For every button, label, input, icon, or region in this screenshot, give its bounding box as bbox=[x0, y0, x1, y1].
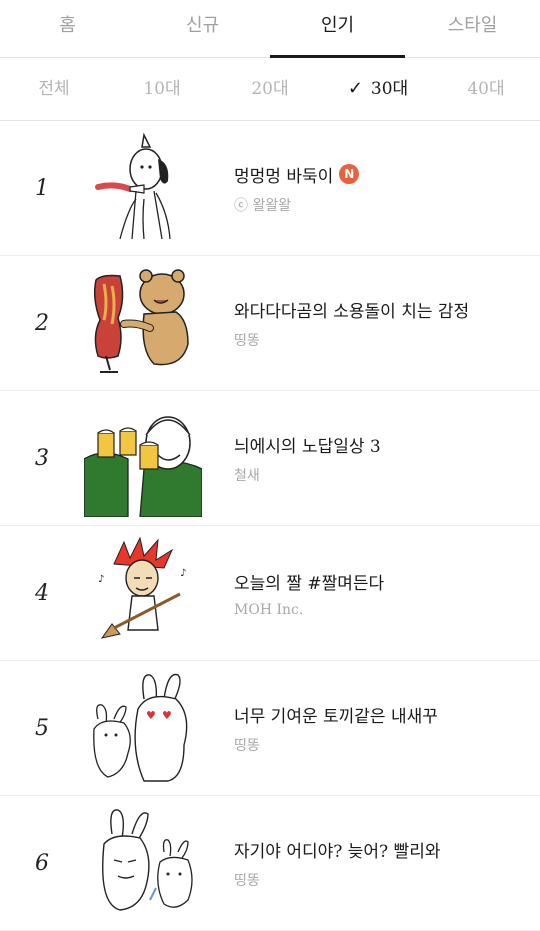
item-title: 오늘의 짤 #짤며든다 bbox=[234, 573, 385, 594]
list-item[interactable]: 2 와다다다곰의 소용돌이 치는 감정 띵똥 bbox=[0, 256, 540, 391]
age-filter-40s[interactable]: 40대 bbox=[432, 58, 540, 120]
svg-text:♪: ♪ bbox=[98, 574, 104, 585]
check-icon: ✓ bbox=[347, 78, 363, 99]
sticker-ranking-list: 1 멍멍멍 바둑이 N ⓒ 왈왈왈 2 와다다다곰의 소용돌이 치는 감정 띵똥… bbox=[0, 121, 540, 931]
item-title: 늬에시의 노답일상 3 bbox=[234, 436, 381, 457]
rank-number: 5 bbox=[35, 715, 49, 741]
svg-text:♥: ♥ bbox=[162, 709, 172, 722]
age-filter-bar: 전체 10대 20대 ✓ 30대 40대 bbox=[0, 58, 540, 121]
rank-number: 6 bbox=[35, 850, 49, 876]
svg-text:♪: ♪ bbox=[180, 568, 186, 579]
tab-home[interactable]: 홈 bbox=[0, 0, 135, 57]
sticker-thumbnail-bear bbox=[84, 264, 202, 382]
tab-popular[interactable]: 인기 bbox=[270, 0, 405, 58]
tab-new[interactable]: 신규 bbox=[135, 0, 270, 57]
rank-number: 1 bbox=[35, 175, 49, 201]
sticker-thumbnail-cheers bbox=[84, 399, 202, 517]
main-tabs: 홈 신규 인기 스타일 bbox=[0, 0, 540, 58]
item-author: 철새 bbox=[234, 467, 260, 484]
age-filter-20s[interactable]: 20대 bbox=[216, 58, 324, 120]
list-item[interactable]: 4 ♪ ♪ 오늘의 짤 #짤며든다 MOH Inc. bbox=[0, 526, 540, 661]
age-filter-all[interactable]: 전체 bbox=[0, 58, 108, 120]
item-author: MOH Inc. bbox=[234, 601, 304, 618]
item-info: 오늘의 짤 #짤며든다 MOH Inc. bbox=[234, 569, 384, 618]
sticker-thumbnail-bunny-pair bbox=[84, 804, 202, 922]
item-author: 띵똥 bbox=[234, 872, 260, 889]
item-info: 늬에시의 노답일상 3 철새 bbox=[234, 432, 381, 485]
item-author: 띵똥 bbox=[234, 737, 260, 754]
list-item[interactable]: 1 멍멍멍 바둑이 N ⓒ 왈왈왈 bbox=[0, 121, 540, 256]
age-filter-30s[interactable]: ✓ 30대 bbox=[324, 58, 432, 120]
item-author: 띵똥 bbox=[234, 332, 260, 349]
rank-number: 4 bbox=[35, 580, 49, 606]
list-item[interactable]: 5 ♥ ♥ 너무 기여운 토끼같은 내새꾸 띵똥 bbox=[0, 661, 540, 796]
item-info: 자기야 어디야? 늦어? 빨리와 띵똥 bbox=[234, 837, 440, 890]
item-info: 너무 기여운 토끼같은 내새꾸 띵똥 bbox=[234, 702, 438, 755]
item-info: 와다다다곰의 소용돌이 치는 감정 띵똥 bbox=[234, 297, 469, 350]
rank-number: 3 bbox=[35, 445, 49, 471]
rank-number: 2 bbox=[35, 310, 49, 336]
sticker-thumbnail-dog bbox=[84, 129, 202, 247]
item-title: 와다다다곰의 소용돌이 치는 감정 bbox=[234, 301, 470, 322]
age-filter-10s[interactable]: 10대 bbox=[108, 58, 216, 120]
svg-text:♥: ♥ bbox=[146, 709, 156, 722]
item-author: ⓒ 왈왈왈 bbox=[234, 197, 292, 214]
age-filter-30s-label: 30대 bbox=[370, 79, 409, 99]
tab-style[interactable]: 스타일 bbox=[405, 0, 540, 57]
sticker-thumbnail-bunnies: ♥ ♥ bbox=[84, 669, 202, 787]
item-info: 멍멍멍 바둑이 N ⓒ 왈왈왈 bbox=[234, 162, 360, 215]
sticker-thumbnail-guitar: ♪ ♪ bbox=[84, 534, 202, 652]
new-badge: N bbox=[339, 164, 360, 184]
item-title: 너무 기여운 토끼같은 내새꾸 bbox=[234, 706, 438, 727]
item-title: 멍멍멍 바둑이 bbox=[234, 166, 334, 187]
item-title: 자기야 어디야? 늦어? 빨리와 bbox=[234, 841, 441, 862]
list-item[interactable]: 3 늬에시의 노답일상 3 철새 bbox=[0, 391, 540, 526]
